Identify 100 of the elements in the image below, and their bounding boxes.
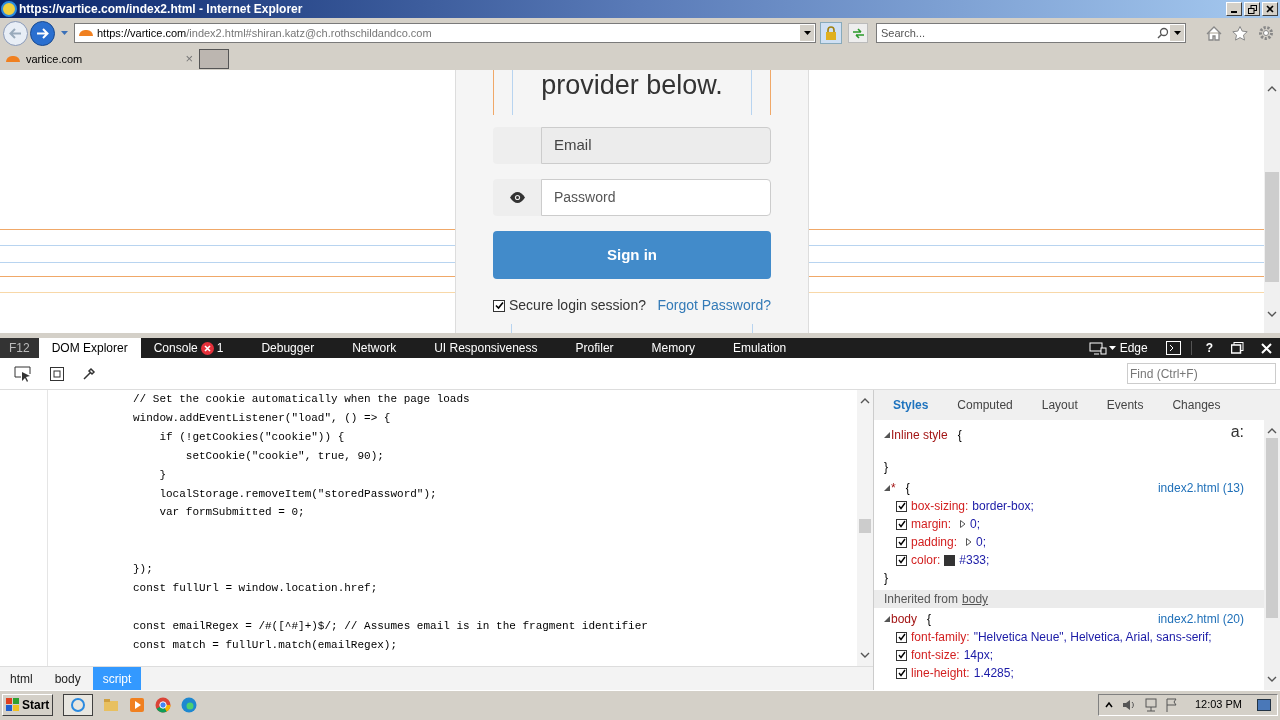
close-button[interactable] [1262,2,1278,16]
windows-logo-icon [6,698,20,711]
devtools-tab[interactable]: UI Responsiveness [421,338,551,358]
devtools-tab[interactable]: Emulation [719,338,800,358]
restore-button[interactable] [1244,2,1260,16]
pseudo-toggle[interactable]: a: [1230,423,1244,441]
checkbox[interactable] [493,299,505,312]
sign-in-button[interactable]: Sign in [493,231,771,279]
document-mode[interactable]: Edge [1119,339,1148,357]
home-icon[interactable] [1206,25,1222,41]
css-value: 0; [976,534,987,551]
settings-icon[interactable] [1258,25,1274,41]
styles-tab[interactable]: Layout [1041,396,1078,414]
email-field[interactable]: Email [541,127,771,164]
help-button[interactable]: ? [1205,339,1213,357]
select-element-icon[interactable] [14,365,32,382]
window-title: https://vartice.com/index2.html - Internet Explorer [19,1,303,18]
search-icon[interactable] [1157,27,1169,39]
collapse-icon[interactable] [884,432,890,438]
devtools-tab[interactable]: Profiler [562,338,627,358]
error-count: 1 [216,340,224,357]
css-property: font-size: [911,647,960,664]
scroll-down-icon[interactable] [1267,311,1277,317]
devtools-tab[interactable]: Memory [638,338,708,358]
new-tab-button[interactable] [199,49,229,69]
devtools-tab[interactable]: Console 1 [140,338,237,358]
css-value: "Helvetica Neue", Helvetica, Arial, sans-serif; [973,629,1212,646]
collapse-icon[interactable] [884,485,890,491]
devtools-tab[interactable]: Network [339,338,410,358]
css-property: line-height: [911,665,970,682]
find-field[interactable]: Find (Ctrl+F) [1127,363,1276,384]
forward-button[interactable] [30,20,55,46]
checkbox[interactable] [896,649,907,661]
code-line: window.addEventListener("load", () => { [133,410,391,426]
scroll-thumb[interactable] [859,519,871,533]
caret-icon [1173,31,1181,35]
color-picker-icon[interactable] [82,366,96,381]
show-desktop-icon[interactable] [1257,698,1271,711]
left-arrow-icon [9,27,22,39]
styles-tab[interactable]: Computed [957,396,1013,414]
code-line: const fullUrl = window.location.href; [133,581,378,597]
forgot-password-link[interactable]: Forgot Password? [657,295,771,316]
brace: } [884,571,888,585]
scroll-thumb[interactable] [1265,172,1279,282]
scroll-thumb[interactable] [1266,438,1278,618]
checkbox[interactable] [896,667,907,679]
code-line: localStorage.removeItem("storedPassword"); [158,486,437,502]
device-icon[interactable] [1088,341,1107,355]
tray-expand-icon[interactable] [1104,700,1113,709]
history-dropdown-icon[interactable] [61,31,68,35]
scroll-up-icon[interactable] [1267,86,1277,92]
brace: { [957,427,962,444]
undock-icon[interactable] [1231,342,1244,354]
checkbox[interactable] [896,536,907,548]
checkbox[interactable] [896,500,907,512]
scroll-down-icon[interactable] [860,652,870,658]
network-icon[interactable] [1144,697,1157,712]
source-link[interactable]: index2.html (20) [1157,610,1244,628]
media-player-icon[interactable] [129,696,146,713]
favorites-icon[interactable] [1232,25,1248,41]
dropdown-button[interactable] [1170,25,1184,41]
css-selector: body [891,611,918,628]
inherited-label: Inherited from [884,591,959,608]
css-property: color: [911,552,941,569]
scroll-up-icon[interactable] [1267,428,1277,434]
chrome-icon[interactable] [155,696,172,713]
styles-tab[interactable]: Changes [1172,396,1221,414]
devtools-tab[interactable]: DOM Explorer [38,338,141,358]
checkbox[interactable] [896,631,907,643]
dropdown-caret-icon[interactable] [1108,346,1116,350]
taskbar-ie-icon[interactable] [63,693,94,716]
eye-icon [509,192,525,203]
styles-tab[interactable]: Styles [893,396,929,414]
close-icon[interactable] [1261,342,1272,354]
checkbox[interactable] [896,554,907,566]
devtools-tab[interactable]: Debugger [248,338,328,358]
speaker-icon[interactable] [1121,698,1136,711]
collapse-icon[interactable] [884,616,890,622]
css-selector: Inline style [891,427,948,444]
dropdown-button[interactable] [800,25,814,41]
scroll-down-icon[interactable] [1267,676,1277,682]
search-field[interactable]: Search... [876,23,1186,43]
inherited-element-link[interactable]: body [962,590,989,608]
css-property: font-family: [911,629,970,646]
start-button[interactable]: Start [2,693,54,716]
source-link[interactable]: index2.html (13) [1157,479,1244,497]
console-icon[interactable] [1165,341,1181,355]
minimize-button[interactable] [1226,2,1242,16]
flag-icon[interactable] [1165,697,1178,712]
scroll-up-icon[interactable] [860,398,870,404]
heading: provider below. [541,70,723,102]
code-line: var formSubmitted = 0; [158,505,305,521]
code-line: if (!getCookies("cookie")) { [158,429,345,445]
caret-icon [803,31,811,35]
checkbox[interactable] [896,518,907,530]
password-field[interactable]: Password [541,179,771,216]
address-field[interactable]: https://vartice.com/index2.html#shiran.katz@ch.rothschildandco.com [74,23,816,43]
highlight-icon[interactable] [50,366,64,381]
styles-tab[interactable]: Events [1106,396,1144,414]
clock: 12:03 PM [1194,697,1242,713]
